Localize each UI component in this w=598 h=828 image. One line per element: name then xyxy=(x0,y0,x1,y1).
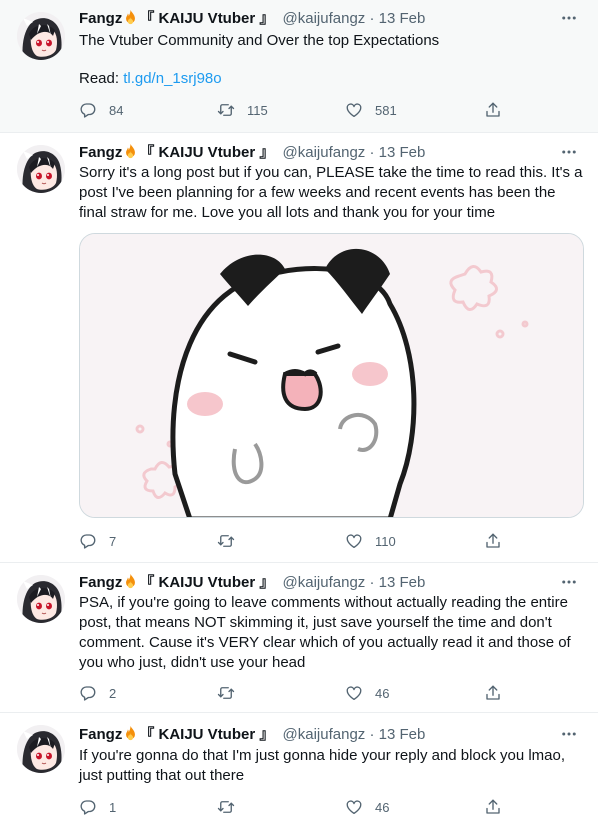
separator: · xyxy=(369,10,375,27)
avatar[interactable] xyxy=(17,725,65,773)
like-button[interactable]: 581 xyxy=(345,100,397,120)
like-button[interactable]: 46 xyxy=(345,683,389,703)
share-icon xyxy=(484,101,502,119)
like-button[interactable]: 46 xyxy=(345,797,389,817)
more-options-icon[interactable] xyxy=(560,9,578,27)
like-count: 46 xyxy=(375,799,390,815)
reply-icon xyxy=(79,798,97,816)
reply-button[interactable]: 84 xyxy=(79,100,123,120)
separator: · xyxy=(369,144,375,161)
reply-icon xyxy=(79,101,97,119)
handle[interactable]: @kaijufangz xyxy=(283,144,366,161)
link-prefix: Read: xyxy=(79,70,124,87)
tweet-link-line: Read: tl.gd/n_1srj98o xyxy=(79,69,584,89)
like-icon xyxy=(345,101,363,119)
reply-button[interactable]: 2 xyxy=(79,683,116,703)
share-icon xyxy=(484,532,502,550)
share-icon xyxy=(484,798,502,816)
timestamp[interactable]: 13 Feb xyxy=(379,144,426,161)
avatar[interactable] xyxy=(17,12,65,60)
fire-icon xyxy=(123,573,138,589)
avatar[interactable] xyxy=(17,575,65,623)
reply-count: 84 xyxy=(109,102,124,118)
display-name[interactable]: Fangz xyxy=(79,10,122,27)
handle[interactable]: @kaijufangz xyxy=(283,574,366,591)
tweet-text: If you're gonna do that I'm just gonna h… xyxy=(79,747,570,784)
fire-icon xyxy=(123,9,138,25)
share-button[interactable] xyxy=(484,683,502,703)
reply-icon xyxy=(79,684,97,702)
tweet-2[interactable]: Fangz 『 KAIJU Vtuber 』 @kaijufangz · 13 F… xyxy=(0,133,598,563)
tweet-text: PSA, if you're going to leave comments w… xyxy=(79,594,575,671)
like-icon xyxy=(345,532,363,550)
action-bar: 2 46 xyxy=(79,683,509,703)
tweet-header: Fangz 『 KAIJU Vtuber 』 @kaijufangz · 13 F… xyxy=(79,143,425,163)
tweet-header: Fangz 『 KAIJU Vtuber 』 @kaijufangz · 13 F… xyxy=(79,9,425,29)
avatar[interactable] xyxy=(17,145,65,193)
retweet-icon xyxy=(217,684,235,702)
action-bar: 1 46 xyxy=(79,797,509,817)
fire-icon xyxy=(123,725,138,741)
fire-icon xyxy=(123,143,138,159)
retweet-icon xyxy=(217,532,235,550)
more-options-icon[interactable] xyxy=(560,143,578,161)
handle[interactable]: @kaijufangz xyxy=(283,10,366,27)
display-name-suffix[interactable]: 『 KAIJU Vtuber 』 xyxy=(139,726,274,743)
tweet-4[interactable]: Fangz 『 KAIJU Vtuber 』 @kaijufangz · 13 F… xyxy=(0,713,598,828)
like-count: 581 xyxy=(375,102,397,118)
tweet-text: The Vtuber Community and Over the top Ex… xyxy=(79,31,584,51)
tweet-header: Fangz 『 KAIJU Vtuber 』 @kaijufangz · 13 F… xyxy=(79,725,425,745)
display-name-suffix[interactable]: 『 KAIJU Vtuber 』 xyxy=(139,10,274,27)
like-button[interactable]: 110 xyxy=(345,531,396,551)
timestamp[interactable]: 13 Feb xyxy=(379,10,426,27)
retweet-button[interactable] xyxy=(217,683,235,703)
like-count: 46 xyxy=(375,685,390,701)
retweet-icon xyxy=(217,101,235,119)
panda-image xyxy=(80,234,583,517)
retweet-icon xyxy=(217,798,235,816)
action-bar: 7 110 xyxy=(79,531,509,551)
reply-icon xyxy=(79,532,97,550)
share-icon xyxy=(484,684,502,702)
more-options-icon[interactable] xyxy=(560,573,578,591)
like-icon xyxy=(345,684,363,702)
separator: · xyxy=(369,726,375,743)
tweet-image[interactable] xyxy=(79,233,584,518)
share-button[interactable] xyxy=(484,100,502,120)
tweet-text: Sorry it's a long post but if you can, P… xyxy=(79,164,587,221)
display-name[interactable]: Fangz xyxy=(79,144,122,161)
tweet-header: Fangz 『 KAIJU Vtuber 』 @kaijufangz · 13 F… xyxy=(79,573,425,593)
tweet-1[interactable]: Fangz 『 KAIJU Vtuber 』 @kaijufangz · 13 F… xyxy=(0,0,598,133)
display-name[interactable]: Fangz xyxy=(79,726,122,743)
tweet-body: The Vtuber Community and Over the top Ex… xyxy=(79,32,440,49)
timestamp[interactable]: 13 Feb xyxy=(379,574,426,591)
share-button[interactable] xyxy=(484,797,502,817)
display-name-suffix[interactable]: 『 KAIJU Vtuber 』 xyxy=(139,144,274,161)
timestamp[interactable]: 13 Feb xyxy=(379,726,426,743)
read-more-link[interactable]: tl.gd/n_1srj98o xyxy=(123,70,221,87)
tweet-3[interactable]: Fangz 『 KAIJU Vtuber 』 @kaijufangz · 13 F… xyxy=(0,563,598,713)
reply-count: 7 xyxy=(109,533,117,549)
like-count: 110 xyxy=(375,533,396,549)
display-name-suffix[interactable]: 『 KAIJU Vtuber 』 xyxy=(139,574,274,591)
like-icon xyxy=(345,798,363,816)
reply-button[interactable]: 7 xyxy=(79,531,116,551)
reply-button[interactable]: 1 xyxy=(79,797,116,817)
retweet-button[interactable]: 115 xyxy=(217,100,268,120)
retweet-button[interactable] xyxy=(217,531,235,551)
reply-count: 1 xyxy=(109,799,117,815)
reply-count: 2 xyxy=(109,685,117,701)
more-options-icon[interactable] xyxy=(560,725,578,743)
separator: · xyxy=(369,574,375,591)
action-bar: 84 115 581 xyxy=(79,100,509,120)
retweet-count: 115 xyxy=(247,102,268,118)
display-name[interactable]: Fangz xyxy=(79,574,122,591)
share-button[interactable] xyxy=(484,531,502,551)
handle[interactable]: @kaijufangz xyxy=(283,726,366,743)
retweet-button[interactable] xyxy=(217,797,235,817)
